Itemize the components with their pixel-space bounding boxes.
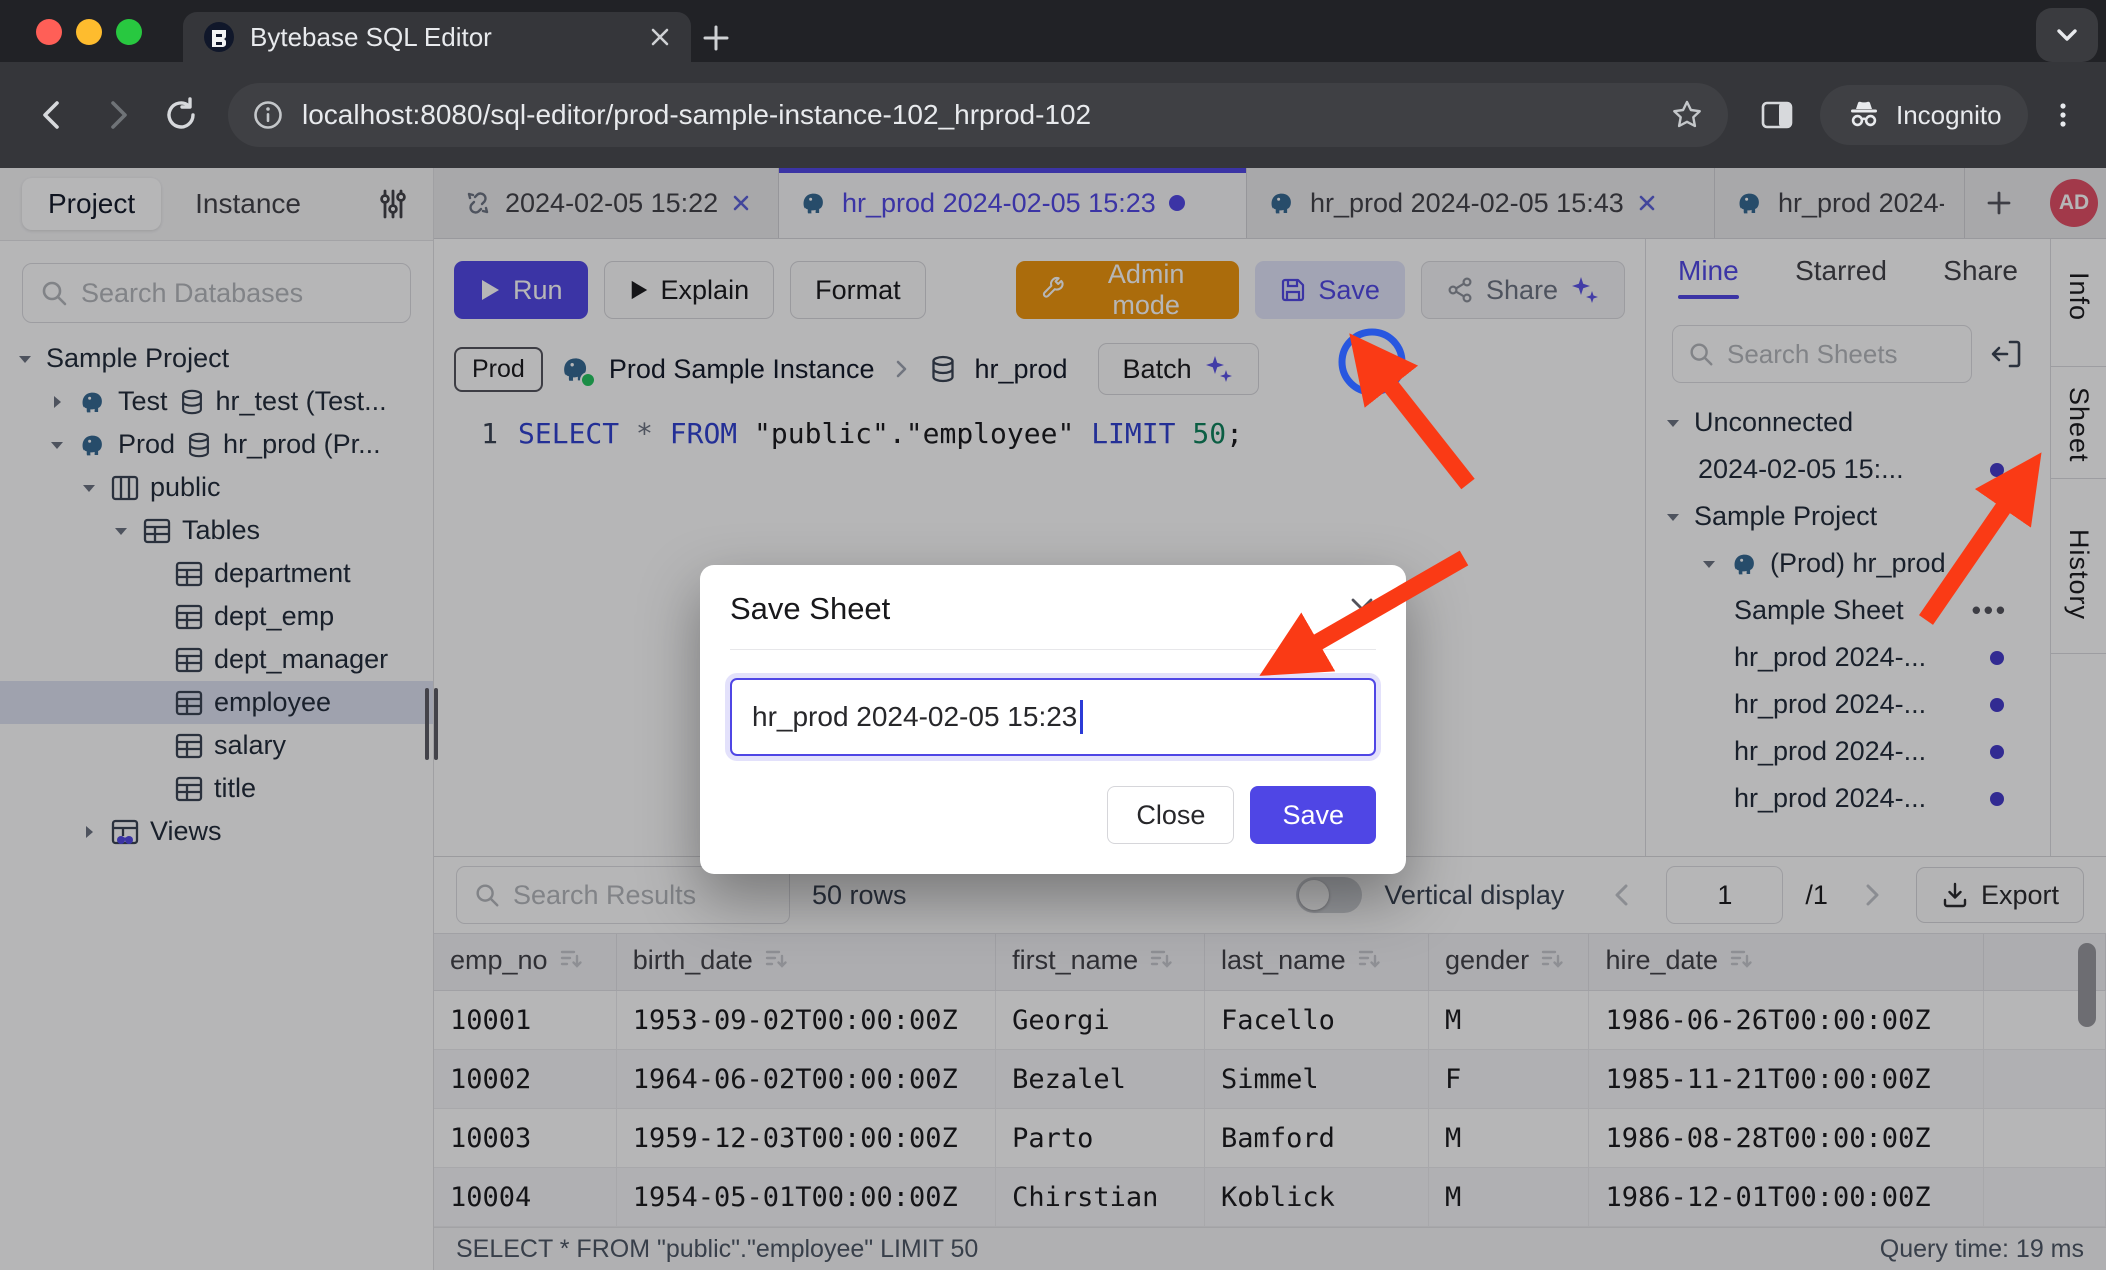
incognito-badge: Incognito	[1820, 85, 2028, 145]
tab-close-icon[interactable]	[649, 26, 671, 48]
site-info-icon[interactable]	[252, 99, 284, 131]
browser-navbar: localhost:8080/sql-editor/prod-sample-in…	[0, 62, 2106, 168]
browser-tab-title: Bytebase SQL Editor	[250, 22, 634, 53]
new-tab-button[interactable]	[692, 14, 740, 62]
sheet-name-input[interactable]: hr_prod 2024-02-05 15:23	[730, 678, 1376, 756]
minimize-window-icon[interactable]	[76, 19, 102, 45]
save-sheet-dialog: Save Sheet hr_prod 2024-02-05 15:23 Clos…	[700, 565, 1406, 874]
incognito-label: Incognito	[1896, 100, 2002, 131]
forward-button[interactable]	[88, 86, 146, 144]
browser-titlebar: Bytebase SQL Editor	[0, 0, 2106, 62]
browser-tab[interactable]: Bytebase SQL Editor	[183, 12, 691, 62]
tab-search-button[interactable]	[2036, 8, 2098, 62]
dialog-title: Save Sheet	[730, 591, 890, 627]
dialog-close-button[interactable]: Close	[1107, 786, 1234, 844]
maximize-window-icon[interactable]	[116, 19, 142, 45]
side-panel-button[interactable]	[1748, 86, 1806, 144]
refresh-button[interactable]	[152, 86, 210, 144]
url-text[interactable]: localhost:8080/sql-editor/prod-sample-in…	[302, 99, 1652, 131]
back-button[interactable]	[24, 86, 82, 144]
macos-traffic-lights[interactable]	[36, 19, 142, 45]
dialog-close-icon[interactable]	[1348, 595, 1376, 623]
text-cursor	[1080, 700, 1083, 734]
browser-menu-button[interactable]	[2034, 86, 2092, 144]
bookmark-star-icon[interactable]	[1670, 98, 1704, 132]
dialog-divider	[730, 649, 1376, 650]
incognito-icon	[1846, 97, 1882, 133]
close-window-icon[interactable]	[36, 19, 62, 45]
bytebase-favicon-icon	[203, 21, 235, 53]
url-bar[interactable]: localhost:8080/sql-editor/prod-sample-in…	[228, 83, 1728, 147]
dialog-save-button[interactable]: Save	[1250, 786, 1376, 844]
